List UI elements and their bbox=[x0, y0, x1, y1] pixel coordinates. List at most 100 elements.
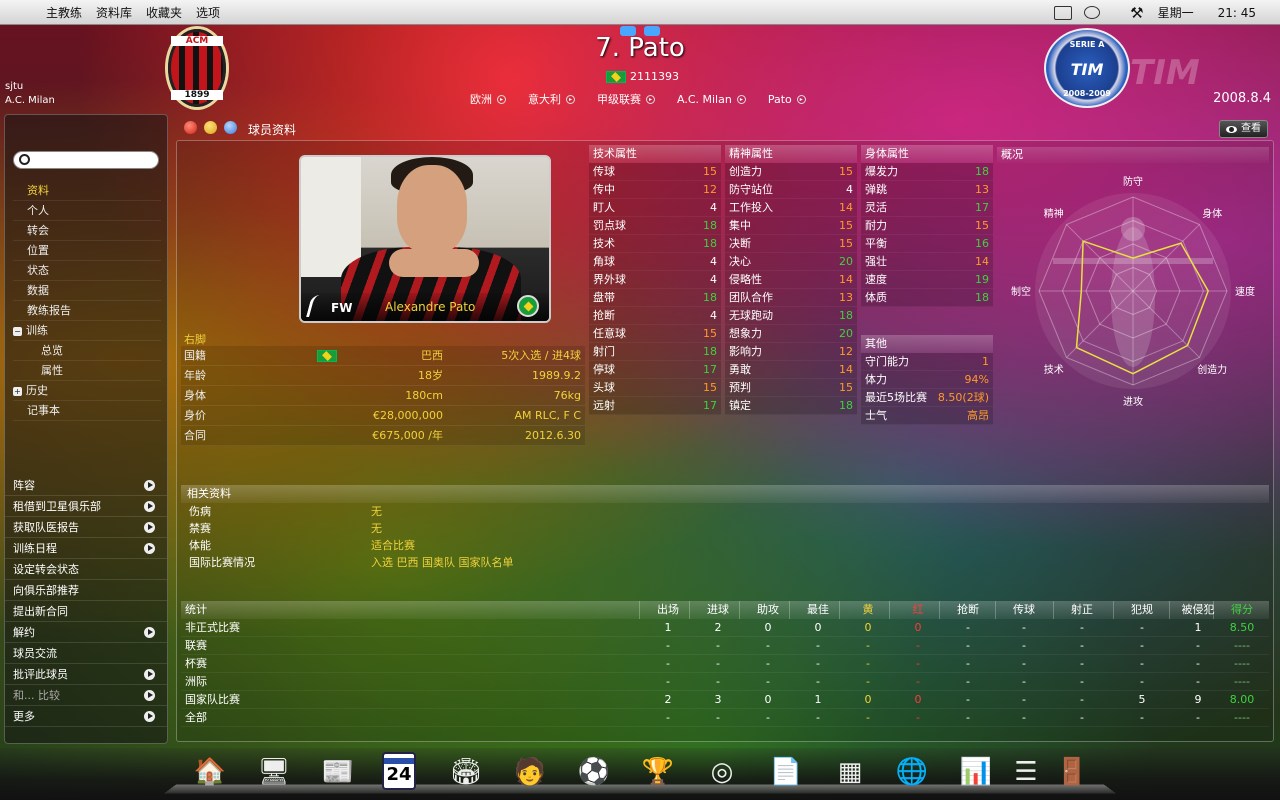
minimize-button[interactable] bbox=[204, 121, 217, 134]
attribute-row[interactable]: 勇敢 14 bbox=[725, 361, 857, 379]
sidebar-item[interactable]: 属性 bbox=[13, 361, 161, 381]
attribute-row[interactable]: 无球跑动 18 bbox=[725, 307, 857, 325]
tree-toggle-icon[interactable]: − bbox=[13, 327, 22, 336]
action-item[interactable]: 阵容 bbox=[5, 475, 167, 496]
trophy-icon[interactable]: 🏆 bbox=[636, 750, 680, 794]
breadcrumb-item[interactable]: 意大利 ▸ bbox=[528, 91, 575, 107]
tree-toggle-icon[interactable]: + bbox=[13, 387, 22, 396]
close-button[interactable] bbox=[184, 121, 197, 134]
newspaper-icon[interactable]: 📰 bbox=[316, 750, 360, 794]
attribute-row[interactable]: 集中 15 bbox=[725, 217, 857, 235]
menu-favorites[interactable]: 收藏夹 bbox=[146, 4, 182, 21]
attribute-row[interactable]: 镇定 18 bbox=[725, 397, 857, 415]
chat-bubble-icon[interactable] bbox=[1084, 6, 1101, 19]
attribute-row[interactable]: 耐力 15 bbox=[861, 217, 993, 235]
attribute-row[interactable]: 侵略性 14 bbox=[725, 271, 857, 289]
attribute-row[interactable]: 爆发力 18 bbox=[861, 163, 993, 181]
stats-row[interactable]: 全部 - - - - - - - - - - - ---- bbox=[181, 709, 1269, 727]
screen-icon[interactable] bbox=[1054, 5, 1073, 20]
stadium-icon[interactable]: 🏟 bbox=[444, 750, 488, 794]
attribute-row[interactable]: 体质 18 bbox=[861, 289, 993, 307]
zoom-button[interactable] bbox=[224, 121, 237, 134]
attribute-row[interactable]: 传中 12 bbox=[589, 181, 721, 199]
stats-column-header[interactable]: 红 bbox=[893, 601, 943, 619]
attribute-row[interactable]: 创造力 15 bbox=[725, 163, 857, 181]
attribute-row[interactable]: 弹跳 13 bbox=[861, 181, 993, 199]
globe-icon[interactable]: 🌐 bbox=[890, 750, 934, 794]
menu-coach[interactable]: 主教练 bbox=[46, 4, 82, 21]
ladder-icon[interactable]: ☰ bbox=[1004, 750, 1048, 794]
action-item[interactable]: 训练日程 bbox=[5, 538, 167, 559]
document-icon[interactable]: 📄 bbox=[764, 750, 808, 794]
calendar-icon[interactable]: 24 bbox=[382, 752, 416, 790]
arrow-right-icon[interactable] bbox=[144, 669, 155, 680]
attribute-row[interactable]: 防守站位 4 bbox=[725, 181, 857, 199]
attribute-row[interactable]: 决断 15 bbox=[725, 235, 857, 253]
stats-column-header[interactable]: 助攻 bbox=[743, 601, 793, 619]
ball-icon[interactable]: ⚽ bbox=[572, 750, 616, 794]
action-item[interactable]: 和... 比较 bbox=[5, 685, 167, 706]
attribute-row[interactable]: 角球 4 bbox=[589, 253, 721, 271]
breadcrumb-item[interactable]: A.C. Milan ▸ bbox=[677, 91, 746, 107]
attribute-row[interactable]: 平衡 16 bbox=[861, 235, 993, 253]
attribute-row[interactable]: 预判 15 bbox=[725, 379, 857, 397]
stats-column-header[interactable]: 最佳 bbox=[793, 601, 843, 619]
attribute-row[interactable]: 任意球 15 bbox=[589, 325, 721, 343]
action-item[interactable]: 设定转会状态 bbox=[5, 559, 167, 580]
attribute-row[interactable]: 强壮 14 bbox=[861, 253, 993, 271]
attribute-row[interactable]: 决心 20 bbox=[725, 253, 857, 271]
attribute-row[interactable]: 抢断 4 bbox=[589, 307, 721, 325]
tactics-board-icon[interactable]: ▦ bbox=[828, 750, 872, 794]
sidebar-item[interactable]: 状态 bbox=[13, 261, 161, 281]
attribute-row[interactable]: 头球 15 bbox=[589, 379, 721, 397]
breadcrumb-item[interactable]: 欧洲 ▸ bbox=[470, 91, 506, 107]
attribute-row[interactable]: 罚点球 18 bbox=[589, 217, 721, 235]
view-button[interactable]: 查看 bbox=[1219, 120, 1268, 138]
radar-icon[interactable]: ◎ bbox=[700, 750, 744, 794]
arrow-right-icon[interactable] bbox=[144, 690, 155, 701]
action-item[interactable]: 更多 bbox=[5, 706, 167, 727]
sidebar-item[interactable]: 资料 bbox=[13, 181, 161, 201]
attribute-row[interactable]: 影响力 12 bbox=[725, 343, 857, 361]
arrow-right-icon[interactable] bbox=[144, 543, 155, 554]
action-item[interactable]: 向俱乐部推荐 bbox=[5, 580, 167, 601]
sidebar-item[interactable]: 转会 bbox=[13, 221, 161, 241]
attribute-row[interactable]: 体力 94% bbox=[861, 371, 993, 389]
menu-database[interactable]: 资料库 bbox=[96, 4, 132, 21]
attribute-row[interactable]: 守门能力 1 bbox=[861, 353, 993, 371]
stats-column-header[interactable]: 抢断 bbox=[943, 601, 993, 619]
club-logo[interactable]: ACM 1899 bbox=[168, 29, 226, 107]
sidebar-item[interactable]: 总览 bbox=[13, 341, 161, 361]
attribute-row[interactable]: 远射 17 bbox=[589, 397, 721, 415]
exit-door-icon[interactable]: 🚪 bbox=[1050, 750, 1094, 794]
attribute-row[interactable]: 盘带 18 bbox=[589, 289, 721, 307]
attribute-row[interactable]: 灵活 17 bbox=[861, 199, 993, 217]
stats-column-header[interactable]: 犯规 bbox=[1117, 601, 1167, 619]
home-icon[interactable]: 🏠 bbox=[188, 750, 232, 794]
league-logo[interactable]: SERIE A TIM 2008-2009 bbox=[1044, 28, 1130, 108]
breadcrumb-item[interactable]: 甲级联赛 ▸ bbox=[597, 91, 655, 107]
search-input[interactable] bbox=[13, 151, 159, 169]
attribute-row[interactable]: 技术 18 bbox=[589, 235, 721, 253]
action-item[interactable]: 解约 bbox=[5, 622, 167, 643]
attribute-row[interactable]: 最近5场比赛 8.50(2球) bbox=[861, 389, 993, 407]
attribute-row[interactable]: 团队合作 13 bbox=[725, 289, 857, 307]
action-item[interactable]: 批评此球员 bbox=[5, 664, 167, 685]
menu-options[interactable]: 选项 bbox=[196, 4, 220, 21]
attribute-row[interactable]: 速度 19 bbox=[861, 271, 993, 289]
arrow-right-icon[interactable] bbox=[144, 522, 155, 533]
action-item[interactable]: 租借到卫星俱乐部 bbox=[5, 496, 167, 517]
stats-row[interactable]: 国家队比赛 2 3 0 1 0 0 - - - 5 9 8.00 bbox=[181, 691, 1269, 709]
stats-column-header[interactable]: 得分 bbox=[1217, 601, 1267, 619]
attribute-row[interactable]: 想象力 20 bbox=[725, 325, 857, 343]
arrow-right-icon[interactable] bbox=[144, 501, 155, 512]
sidebar-item[interactable]: 个人 bbox=[13, 201, 161, 221]
stats-row[interactable]: 洲际 - - - - - - - - - - - ---- bbox=[181, 673, 1269, 691]
arrow-right-icon[interactable] bbox=[144, 627, 155, 638]
tools-icon[interactable]: ⚒ bbox=[1130, 4, 1143, 22]
action-item[interactable]: 球员交流 bbox=[5, 643, 167, 664]
action-item[interactable]: 获取队医报告 bbox=[5, 517, 167, 538]
arrow-right-icon[interactable] bbox=[144, 480, 155, 491]
finder-icon[interactable]: 🖥 bbox=[252, 750, 296, 794]
stats-row[interactable]: 杯赛 - - - - - - - - - - - ---- bbox=[181, 655, 1269, 673]
